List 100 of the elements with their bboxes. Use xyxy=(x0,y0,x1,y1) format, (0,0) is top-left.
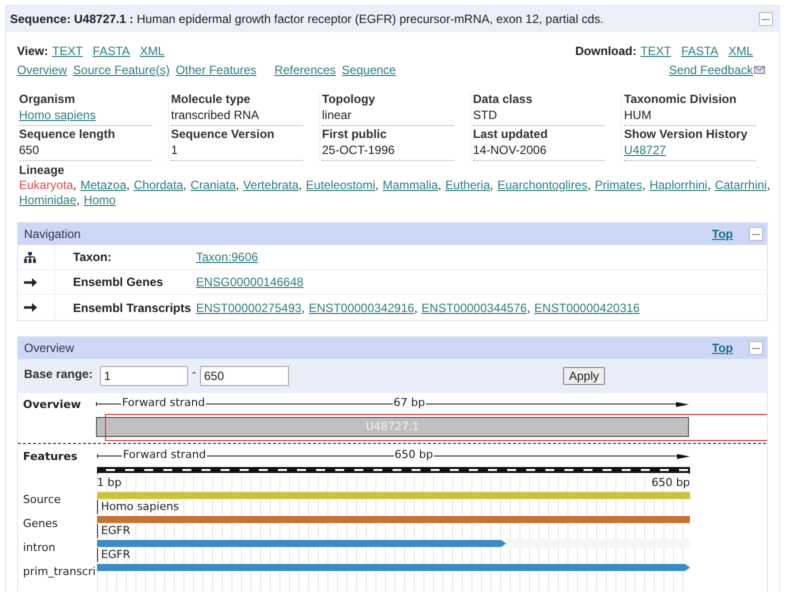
view-link[interactable]: TEXT xyxy=(52,42,83,60)
comma: , xyxy=(375,178,379,193)
panel-title: Sequence: U48727.1 : Human epidermal growth factor receptor (EGFR) precursor-mRNA, exon 12, partial cds. xyxy=(10,11,605,28)
comma: , xyxy=(126,178,130,193)
comma: , xyxy=(587,178,591,193)
nav-link[interactable]: ENST00000344576 xyxy=(422,298,527,316)
field-label: First public xyxy=(322,127,388,142)
field-value: STD xyxy=(473,107,497,123)
field-label: Molecule type xyxy=(171,92,252,107)
section-link[interactable]: Sequence xyxy=(342,61,396,79)
section-link[interactable]: Overview xyxy=(17,61,68,79)
section-link[interactable]: References xyxy=(274,61,336,79)
field-value: 1 xyxy=(171,142,178,158)
nav-link[interactable]: ENST00000342916 xyxy=(308,298,414,316)
track-group-label: Features xyxy=(22,449,78,465)
base-range-label: Base range: xyxy=(24,366,94,383)
nav-link[interactable]: ENST00000420316 xyxy=(534,298,640,316)
section-link[interactable]: Other Features xyxy=(176,61,256,79)
range-start-field[interactable]: 1 xyxy=(100,366,188,386)
range-separator: - xyxy=(191,364,197,381)
download-link[interactable]: TEXT xyxy=(640,42,672,60)
track-label: intron xyxy=(22,540,56,556)
scale-end-label: 650 bp xyxy=(652,474,690,490)
comma: , xyxy=(438,178,442,193)
track-label: Genes xyxy=(22,516,59,532)
comma: , xyxy=(414,300,418,316)
download-link[interactable]: XML xyxy=(728,42,753,60)
field-value: linear xyxy=(322,107,352,123)
view-link[interactable]: XML xyxy=(140,42,165,60)
track-label: Source xyxy=(22,492,62,508)
field-value: 650 xyxy=(19,142,40,158)
field-value: 14-NOV-2006 xyxy=(473,142,546,158)
envelope-icon xyxy=(754,66,765,74)
field-value-link[interactable]: Homo sapiens xyxy=(19,107,96,123)
comma: , xyxy=(766,178,770,193)
lineage-link[interactable]: Homo xyxy=(84,193,116,208)
field-label: Organism xyxy=(19,92,76,107)
download-link[interactable]: FASTA xyxy=(681,42,718,60)
lineage-link[interactable]: Mammalia xyxy=(382,178,438,193)
field-value: HUM xyxy=(624,107,652,123)
comma: , xyxy=(642,178,646,193)
field-value: 25-OCT-1996 xyxy=(322,142,395,158)
comma: , xyxy=(707,178,711,193)
track-group-label: Overview xyxy=(22,397,82,413)
scale-start-label: 1 bp xyxy=(97,474,122,490)
comma: , xyxy=(183,178,186,193)
lineage-link[interactable]: Euteleostomi xyxy=(306,178,376,193)
view-label: View: xyxy=(17,43,48,60)
range-end-field[interactable]: 650 xyxy=(200,366,289,386)
nav-link[interactable]: ENSG00000146648 xyxy=(196,273,304,291)
nav-label: Ensembl Transcripts xyxy=(72,300,192,316)
lineage-link[interactable]: Craniata xyxy=(190,178,236,193)
comma: , xyxy=(76,193,80,208)
section-title: Navigation xyxy=(24,226,82,243)
lineage-link[interactable]: Eutheria xyxy=(445,178,490,193)
nav-label: Ensembl Genes xyxy=(72,274,164,291)
download-label: Download: xyxy=(575,43,637,60)
field-label: Sequence length xyxy=(19,127,116,142)
nav-link[interactable]: Taxon:9606 xyxy=(196,248,258,266)
collapse-icon[interactable] xyxy=(759,12,773,26)
feature-label: Homo sapiens xyxy=(97,500,179,514)
feature-label: EGFR xyxy=(97,548,130,562)
lineage-link[interactable]: Chordata xyxy=(134,178,184,193)
right-arrow-icon xyxy=(24,303,37,312)
comma: , xyxy=(526,300,530,316)
field-value: transcribed RNA xyxy=(171,107,260,123)
comma: , xyxy=(236,178,240,193)
lineage-link[interactable]: Metazoa xyxy=(80,178,126,193)
collapse-icon[interactable] xyxy=(749,227,763,241)
field-label: Show Version History xyxy=(624,127,748,142)
top-link[interactable]: Top xyxy=(712,339,733,357)
lineage-link[interactable]: Euarchontoglires xyxy=(497,178,588,193)
field-label: Sequence Version xyxy=(171,127,276,142)
field-value-link[interactable]: U48727 xyxy=(624,142,666,158)
field-label: Last updated xyxy=(473,127,549,142)
lineage-label: Lineage xyxy=(19,163,66,178)
feedback-link[interactable]: Send Feedback xyxy=(668,61,753,79)
field-label: Taxonomic Division xyxy=(624,92,738,107)
right-arrow-icon xyxy=(24,278,37,286)
comma: , xyxy=(73,178,76,193)
track-label: prim_transcri xyxy=(22,564,97,580)
section-link[interactable]: Source Feature(s) xyxy=(73,61,170,79)
lineage-link[interactable]: Catarrhini xyxy=(714,178,767,193)
apply-button[interactable]: Apply xyxy=(563,367,606,385)
lineage-link[interactable]: Vertebrata xyxy=(243,178,299,193)
length-label: 650 bp xyxy=(394,446,434,464)
view-link[interactable]: FASTA xyxy=(92,42,130,60)
lineage-link[interactable]: Haplorrhini xyxy=(649,178,708,193)
hierarchy-icon xyxy=(24,252,36,262)
field-label: Data class xyxy=(473,92,534,107)
collapse-icon[interactable] xyxy=(749,341,763,355)
nav-link[interactable]: ENST00000275493 xyxy=(196,298,302,316)
lineage-taxon: Eukaryota xyxy=(19,178,74,193)
feature-label: EGFR xyxy=(97,524,130,538)
top-link[interactable]: Top xyxy=(712,225,733,243)
lineage-link[interactable]: Hominidae xyxy=(19,193,76,208)
comma: , xyxy=(490,178,494,193)
comma: , xyxy=(301,300,305,316)
lineage-link[interactable]: Primates xyxy=(594,178,642,193)
nav-label: Taxon: xyxy=(72,249,112,266)
